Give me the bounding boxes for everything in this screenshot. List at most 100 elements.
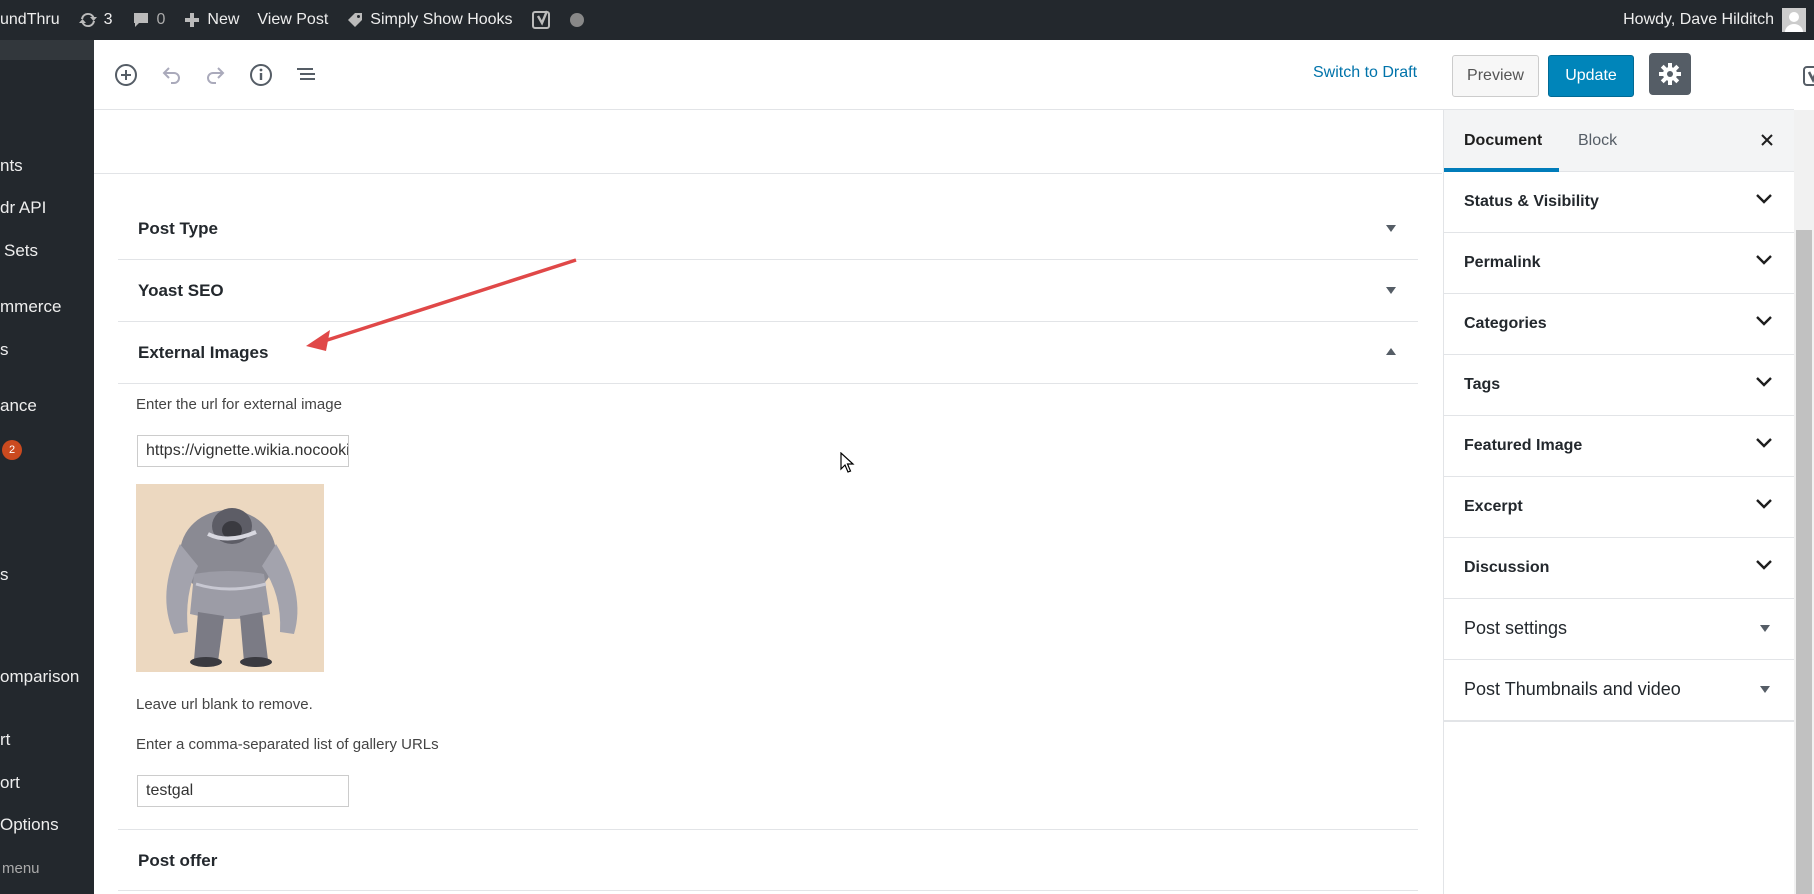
chevron-down-icon [1756, 438, 1772, 448]
yoast-icon [1803, 66, 1814, 86]
triangle-down-icon [1386, 225, 1396, 232]
show-hooks-link[interactable]: Simply Show Hooks [337, 0, 521, 40]
triangle-down-icon [1760, 625, 1770, 632]
switch-to-draft-button[interactable]: Switch to Draft [1313, 64, 1417, 82]
triangle-down-icon [1760, 686, 1770, 693]
admin-bar: undThru 3 0 New View Post Simply Show Ho… [0, 0, 1814, 40]
admin-menu-item-options[interactable]: Options [0, 815, 59, 835]
admin-menu-item-api[interactable]: dr API [0, 198, 46, 218]
updates-icon [78, 12, 97, 28]
redo-button[interactable] [200, 59, 232, 91]
view-post-link[interactable]: View Post [248, 0, 337, 40]
sidebar-panel-permalink[interactable]: Permalink [1444, 233, 1795, 294]
chevron-down-icon [1756, 194, 1772, 204]
plus-icon [185, 13, 200, 27]
undo-button[interactable] [155, 59, 187, 91]
sidebar-tabs: Document Block [1444, 110, 1795, 172]
scrollbar-thumb[interactable] [1796, 230, 1812, 894]
yoast-adminbar-link[interactable] [522, 0, 568, 40]
status-dot-icon [569, 13, 584, 27]
panel-title: Status & Visibility [1464, 193, 1599, 210]
chevron-down-icon [1756, 499, 1772, 509]
seo-status-dot [568, 0, 599, 40]
preview-label: Preview [1467, 67, 1524, 84]
comments-link[interactable]: 0 [122, 0, 175, 40]
comment-icon [133, 13, 148, 27]
collapse-menu-label: menu [2, 860, 40, 877]
admin-menu: nts dr API Sets mmerce s ance 2 s ompari… [0, 40, 94, 894]
external-image-preview [136, 484, 324, 672]
info-icon [250, 64, 272, 86]
chevron-down-icon [1756, 560, 1772, 570]
yoast-icon [531, 10, 550, 29]
avatar-silhouette-icon [1785, 12, 1803, 32]
annotation-arrow-icon [306, 258, 577, 351]
admin-menu-item-export[interactable]: ort [0, 773, 20, 793]
add-block-icon [115, 64, 137, 86]
panel-title: Excerpt [1464, 498, 1523, 515]
sidebar-panel-excerpt[interactable]: Excerpt [1444, 477, 1795, 538]
collapse-menu-button[interactable]: menu [2, 860, 40, 877]
undo-icon [162, 67, 180, 84]
sidebar-panel-featured-image[interactable]: Featured Image [1444, 416, 1795, 477]
my-account[interactable]: Howdy, Dave Hilditch [1623, 0, 1806, 40]
admin-menu-item-import[interactable]: rt [0, 730, 10, 750]
gallery-urls-label: Enter a comma-separated list of gallery … [136, 736, 439, 753]
panel-title: Post Thumbnails and video [1464, 679, 1681, 699]
close-icon[interactable] [1758, 131, 1776, 149]
update-label: Update [1565, 67, 1617, 84]
sidebar-panel-categories[interactable]: Categories [1444, 294, 1795, 355]
remove-hint-text: Leave url blank to remove. [136, 696, 313, 713]
admin-menu-item-commerce[interactable]: mmerce [0, 297, 61, 317]
admin-menu-item-sets[interactable]: Sets [4, 241, 38, 261]
view-post-label: View Post [257, 11, 329, 28]
admin-menu-item-settings[interactable]: s [0, 565, 9, 585]
update-button[interactable]: Update [1548, 55, 1634, 97]
panel-title: Post settings [1464, 618, 1568, 638]
panel-title: Post offer [138, 851, 218, 870]
block-navigation-button[interactable] [290, 59, 322, 91]
admin-menu-item-appearance[interactable]: ance [0, 396, 37, 416]
avatar [1782, 8, 1806, 32]
mouse-cursor-icon [840, 452, 855, 473]
tab-block[interactable]: Block [1578, 132, 1617, 150]
admin-menu-item-products[interactable]: s [0, 340, 9, 360]
gallery-urls-input[interactable]: testgal [137, 775, 349, 807]
panel-title: Categories [1464, 315, 1547, 332]
yeti-image [136, 484, 324, 672]
sidebar-panel-discussion[interactable]: Discussion [1444, 538, 1795, 599]
preview-button[interactable]: Preview [1452, 55, 1539, 97]
content-info-button[interactable] [245, 59, 277, 91]
gear-icon [1659, 63, 1681, 85]
show-hooks-label: Simply Show Hooks [370, 11, 513, 28]
site-name: undThru [0, 11, 60, 28]
admin-menu-top-band [0, 40, 94, 60]
admin-menu-item-comparison[interactable]: omparison [0, 667, 79, 687]
chevron-down-icon [1756, 316, 1772, 326]
plugins-update-badge: 2 [2, 440, 22, 460]
new-content-link[interactable]: New [174, 0, 248, 40]
list-outline-icon [297, 68, 315, 80]
chevron-down-icon [1756, 377, 1772, 387]
tag-icon [348, 13, 363, 27]
yoast-sidebar-button[interactable] [1796, 58, 1814, 94]
sidebar-panel-tags[interactable]: Tags [1444, 355, 1795, 416]
add-block-button[interactable] [110, 59, 142, 91]
editor-header: Switch to Draft Preview Update [94, 40, 1814, 110]
chevron-down-icon [1756, 255, 1772, 265]
panel-title: Featured Image [1464, 437, 1583, 454]
sidebar-panel-post-thumbnails[interactable]: Post Thumbnails and video [1444, 660, 1795, 722]
sidebar-panel-status-visibility[interactable]: Status & Visibility [1444, 172, 1795, 233]
tab-document[interactable]: Document [1464, 132, 1542, 150]
site-name-link[interactable]: undThru [0, 0, 69, 40]
updates-link[interactable]: 3 [69, 0, 122, 40]
updates-count: 3 [103, 11, 113, 28]
sidebar-scrollbar[interactable] [1794, 110, 1814, 894]
sidebar-panel-post-settings[interactable]: Post settings [1444, 599, 1795, 660]
settings-toggle-button[interactable] [1649, 53, 1691, 95]
howdy-greeting: Howdy, Dave Hilditch [1623, 11, 1774, 28]
admin-menu-item-comments[interactable]: nts [0, 156, 23, 176]
triangle-down-icon [1386, 287, 1396, 294]
editor-content: Post Type Yoast SEO External Images Ente… [94, 110, 1442, 894]
panel-post-offer[interactable]: Post offer [118, 829, 1418, 891]
